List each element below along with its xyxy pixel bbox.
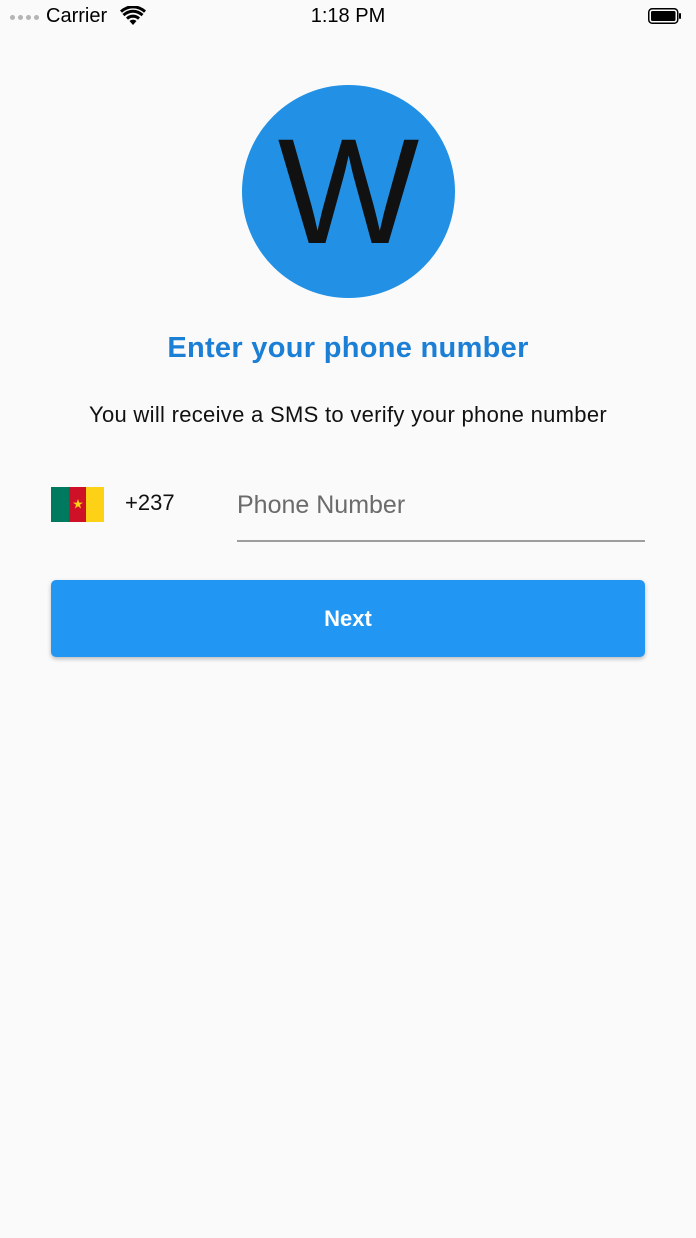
phone-number-input[interactable] xyxy=(237,488,645,542)
app-logo: W xyxy=(242,85,455,298)
star-icon xyxy=(72,499,83,509)
cameroon-flag-icon[interactable] xyxy=(51,487,105,522)
status-time: 1:18 PM xyxy=(310,5,386,27)
page-subtitle: You will receive a SMS to verify your ph… xyxy=(89,402,607,427)
next-button[interactable]: Next xyxy=(51,580,645,657)
logo-letter: W xyxy=(277,107,420,275)
status-bar: Carrier 1:18 PM xyxy=(0,0,696,34)
country-dial-code[interactable]: +237 xyxy=(125,490,175,516)
battery-icon xyxy=(648,8,681,24)
page-title: Enter your phone number xyxy=(167,332,529,364)
